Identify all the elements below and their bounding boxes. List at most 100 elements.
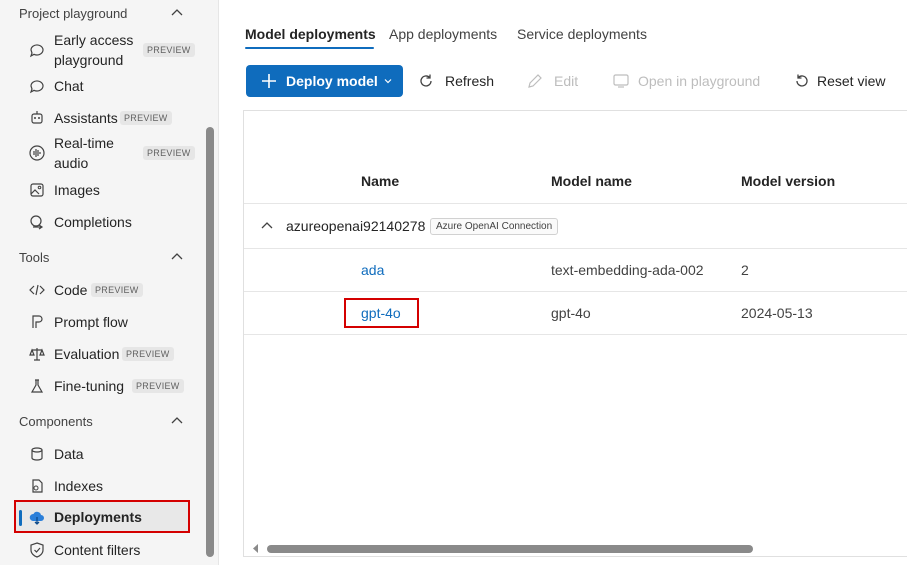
sidebar-item-early-access-playground[interactable]: Early access playground PREVIEW [14,30,195,70]
column-header-model-version[interactable]: Model version [741,173,835,189]
sidebar-item-completions[interactable]: Completions [14,210,190,234]
row-divider [244,334,907,335]
sidebar-item-label: Images [54,182,100,198]
reset-view-button[interactable]: Reset view [793,62,885,100]
open-in-playground-button[interactable]: Open in playground [612,62,760,100]
preview-badge: PREVIEW [143,43,195,57]
chevron-up-icon[interactable] [260,219,274,233]
sidebar-item-data[interactable]: Data [14,442,190,466]
sidebar-item-label: Deployments [54,509,142,525]
sidebar-item-deployments[interactable]: Deployments [14,502,190,532]
sidebar-item-code[interactable]: Code PREVIEW [14,278,190,302]
chevron-up-icon [171,417,183,424]
model-version-cell: 2 [741,262,749,278]
reset-icon [796,74,808,87]
refresh-icon [420,74,432,87]
tab-model-deployments[interactable]: Model deployments [245,26,376,42]
sidebar-item-label: Completions [54,214,132,230]
sidebar-item-fine-tuning[interactable]: Fine-tuning PREVIEW [14,374,190,398]
sidebar-item-label: Indexes [54,478,104,494]
preview-badge: PREVIEW [120,111,172,125]
sidebar-item-label: Real-time audio [54,135,114,171]
column-header-model-name[interactable]: Model name [551,173,632,189]
scroll-left-icon[interactable] [252,544,260,553]
preview-badge: PREVIEW [91,283,143,297]
sidebar-item-label: Prompt flow [54,314,128,330]
completions-icon [28,213,46,231]
sidebar-scrollbar[interactable] [206,127,214,557]
refresh-button[interactable]: Refresh [417,62,494,100]
edit-button[interactable]: Edit [526,62,578,100]
group-name: azureopenai92140278 [286,218,426,234]
sidebar-item-indexes[interactable]: Indexes [14,474,190,498]
sidebar-item-label: Assistants [54,110,118,126]
sidebar-item-content-filters[interactable]: Content filters [14,538,190,562]
scale-icon [28,345,46,363]
model-name-cell: gpt-4o [551,305,591,321]
chat-sparkle-icon [28,41,46,59]
indexes-icon [28,477,46,495]
section-project-playground[interactable]: Project playground [19,3,189,23]
edit-label: Edit [554,73,579,89]
sidebar-item-label: Content filters [54,542,141,558]
sidebar-item-real-time-audio[interactable]: Real-time audio PREVIEW [14,133,195,173]
chevron-down-icon [384,79,392,84]
sidebar-item-label: Evaluation [54,346,120,362]
sidebar-item-label: Code [54,282,88,298]
code-icon [28,281,46,299]
database-icon [28,445,46,463]
pencil-icon [528,74,542,88]
sidebar-item-evaluation[interactable]: Evaluation PREVIEW [14,342,190,366]
row-divider [244,203,907,204]
section-components[interactable]: Components [19,411,189,431]
model-version-cell: 2024-05-13 [741,305,813,321]
scrollbar-thumb[interactable] [267,545,753,553]
sidebar-item-label: Chat [54,78,84,94]
row-divider [244,248,907,249]
deployment-link-gpt-4o[interactable]: gpt-4o [361,305,401,321]
preview-badge: PREVIEW [143,146,195,160]
prompt-flow-icon [28,313,46,331]
sidebar-item-label: Data [54,446,84,462]
chat-icon [28,77,46,95]
deployment-link-ada[interactable]: ada [361,262,384,278]
deploy-model-label: Deploy model [286,73,378,89]
model-name-cell: text-embedding-ada-002 [551,262,704,278]
chevron-up-icon [171,253,183,260]
column-header-name[interactable]: Name [361,173,399,189]
sidebar-item-prompt-flow[interactable]: Prompt flow [14,310,190,334]
preview-badge: PREVIEW [122,347,174,361]
connection-tag: Azure OpenAI Connection [430,218,559,235]
sidebar-item-label: Fine-tuning [54,378,125,394]
toolbar: Deploy model Refresh Edit Open in playgr… [243,62,907,100]
section-label: Components [19,413,93,429]
sidebar-item-chat[interactable]: Chat [14,74,190,98]
audio-wave-icon [28,144,46,162]
chevron-up-icon [171,9,183,16]
tab-app-deployments[interactable]: App deployments [389,26,497,42]
refresh-label: Refresh [445,73,495,89]
section-label: Project playground [19,5,128,21]
sidebar-item-assistants[interactable]: Assistants PREVIEW [14,106,190,130]
deploy-model-button[interactable]: Deploy model [246,65,403,97]
row-divider [244,291,907,292]
sidebar: Project playground Early access playgrou… [0,0,219,565]
active-tab-indicator [245,47,374,49]
sidebar-item-images[interactable]: Images [14,178,190,202]
cloud-deploy-icon [28,508,46,526]
section-label: Tools [19,249,50,265]
section-tools[interactable]: Tools [19,247,189,267]
plus-icon [262,74,276,88]
active-indicator [19,510,22,526]
open-in-playground-label: Open in playground [638,73,761,89]
preview-badge: PREVIEW [132,379,184,393]
flask-icon [28,377,46,395]
reset-view-label: Reset view [817,73,886,89]
deployments-table: Name Model name Model version azureopena… [243,110,907,557]
tab-service-deployments[interactable]: Service deployments [517,26,647,42]
sidebar-item-label: Early access playground [54,32,134,68]
shield-icon [28,541,46,559]
assistant-icon [28,109,46,127]
horizontal-scrollbar[interactable] [252,543,904,553]
image-icon [28,181,46,199]
